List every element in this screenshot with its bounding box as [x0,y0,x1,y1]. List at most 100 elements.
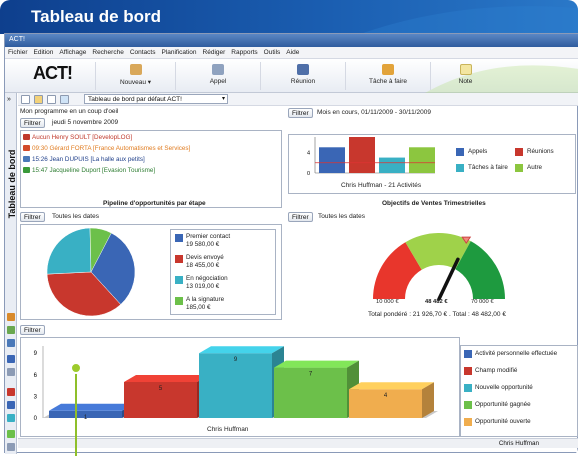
history-bar-top [349,382,434,390]
pie-slice [46,227,92,275]
pipeline-filter-button[interactable]: Filtrer [20,212,45,222]
meeting-label: Réunion [290,78,316,85]
y-tick-label: 0 [307,171,310,177]
menu-fichier[interactable]: Fichier [5,47,31,56]
menu-planification[interactable]: Planification [158,47,199,56]
menu-contacts[interactable]: Contacts [127,47,159,56]
y-tick-label: 0 [34,416,38,422]
history-caption: Chris Huffman [207,426,249,433]
history-filter-button[interactable]: Filtrer [20,325,45,335]
menu-outils[interactable]: Outils [261,47,284,56]
legend-swatch [464,401,472,409]
objectifs-gauge [373,233,505,301]
dashboard-layout-value: Tableau de bord par défaut ACT! [88,96,182,103]
sidebar-collapse-icon[interactable]: » [7,96,11,103]
home-icon[interactable] [7,313,15,321]
sidebar: » Tableau de bord [5,93,17,454]
history-bar-top [49,403,134,411]
objectifs-filter-button[interactable]: Filtrer [288,212,313,222]
legend-label: Appels [468,148,488,155]
menu-rapports[interactable]: Rapports [228,47,260,56]
banner: Tableau de bord [0,0,578,34]
y-tick-label: 3 [34,394,38,400]
legend-swatch [515,148,523,156]
legend-label: Autre [527,164,543,171]
pipeline-panel: Premier contact 19 580,00 € Devis envoyé… [20,224,282,320]
phone-icon [212,64,224,75]
pipeline-legend: Premier contact 19 580,00 € Devis envoyé… [170,229,276,315]
opportunities-icon[interactable] [7,388,15,396]
programme-item[interactable]: 09:30 Gérard FORTA [France Automatismes … [21,145,281,156]
todo-button[interactable]: Tâche à faire [345,62,430,90]
legend-label: Tâches à faire [468,164,508,171]
groups-icon[interactable] [7,339,15,347]
menu-edition[interactable]: Edition [31,47,57,56]
todo-label: Tâche à faire [369,78,407,85]
meeting-icon [297,64,309,75]
layout-icon[interactable] [21,95,30,104]
calendar-icon[interactable] [7,368,15,376]
activity-icon [23,156,30,162]
search-icon[interactable] [7,430,15,438]
contacts-icon[interactable] [7,326,15,334]
status-user: Chris Huffman [498,440,539,447]
legend-value: 185,00 € [186,304,211,311]
legend-label: En négociation [186,275,228,282]
call-button[interactable]: Appel [175,62,260,90]
settings-icon[interactable] [7,443,15,451]
programme-item[interactable]: 15:26 Jean DUPUIS [La halle aux petits] [21,156,281,167]
menu-rediger[interactable]: Rédiger [200,47,229,56]
legend-value: 13 019,00 € [186,283,220,290]
meeting-button[interactable]: Réunion [260,62,345,90]
legend-label: Nouvelle opportunité [475,384,533,391]
gauge-value: 48 482 € [425,299,448,305]
note-icon [459,64,472,75]
programme-item[interactable]: 15:47 Jacqueline Duport [Evasion Tourism… [21,167,281,178]
dashboard-layout-select[interactable]: Tableau de bord par défaut ACT! ▾ [84,94,228,104]
objectifs-dates: Toutes les dates [318,213,365,220]
note-button[interactable]: Note [430,62,500,90]
refresh-icon[interactable] [60,95,69,104]
screenshot-frame: Tableau de bord ACT! Fichier Edition Affic… [0,0,578,457]
banner-title: Tableau de bord [31,7,162,26]
menu-aide[interactable]: Aide [283,47,302,56]
menu-bar: Fichier Edition Affichage Recherche Contacts… [5,47,578,59]
activities-filter-button[interactable]: Filtrer [288,108,313,118]
legend-swatch [175,297,183,305]
menu-affichage[interactable]: Affichage [56,47,89,56]
activity-bar [319,147,345,173]
programme-item[interactable]: Aucun Henry SOULT [DevelopLOG] [21,134,281,145]
legend-label: Premier contact [186,233,231,240]
pipeline-pie-chart [46,227,136,317]
activity-icon [23,145,30,151]
activity-bar [349,137,375,173]
activity-icon [23,167,30,173]
edit-icon[interactable] [34,95,43,104]
menu-recherche[interactable]: Recherche [89,47,126,56]
legend-swatch [464,384,472,392]
new-label: Nouveau [119,79,146,86]
history-legend: Activité personnelle effectuée Champ mod… [460,345,578,437]
act-window: ACT! Fichier Edition Affichage Recherche Con… [4,33,578,454]
programme-filter-button[interactable]: Filtrer [20,118,45,128]
legend-swatch [175,255,183,263]
copy-icon[interactable] [47,95,56,104]
reports-icon[interactable] [7,414,15,422]
legend-swatch [464,367,472,375]
legend-swatch [515,164,523,172]
programme-item-text: Aucun Henry SOULT [DevelopLOG] [32,134,133,141]
objectifs-title: Objectifs de Ventes Trimestrielles [382,200,486,207]
new-icon [129,64,142,75]
new-button[interactable]: Nouveau ▾ [95,62,175,90]
window-title: ACT! [9,36,25,43]
y-tick-label: 6 [34,373,38,379]
programme-list: Aucun Henry SOULT [DevelopLOG] 09:30 Gér… [20,130,282,208]
tasks-icon[interactable] [7,401,15,409]
activity-bar [409,147,435,173]
programme-item-text: 09:30 Gérard FORTA [France Automatismes … [32,145,191,152]
gauge-max: 70 000 € [471,299,494,305]
legend-value: 18 455,00 € [186,262,220,269]
legend-label: Opportunité ouverte [475,418,531,425]
companies-icon[interactable] [7,355,15,363]
y-tick-label: 4 [307,150,310,156]
